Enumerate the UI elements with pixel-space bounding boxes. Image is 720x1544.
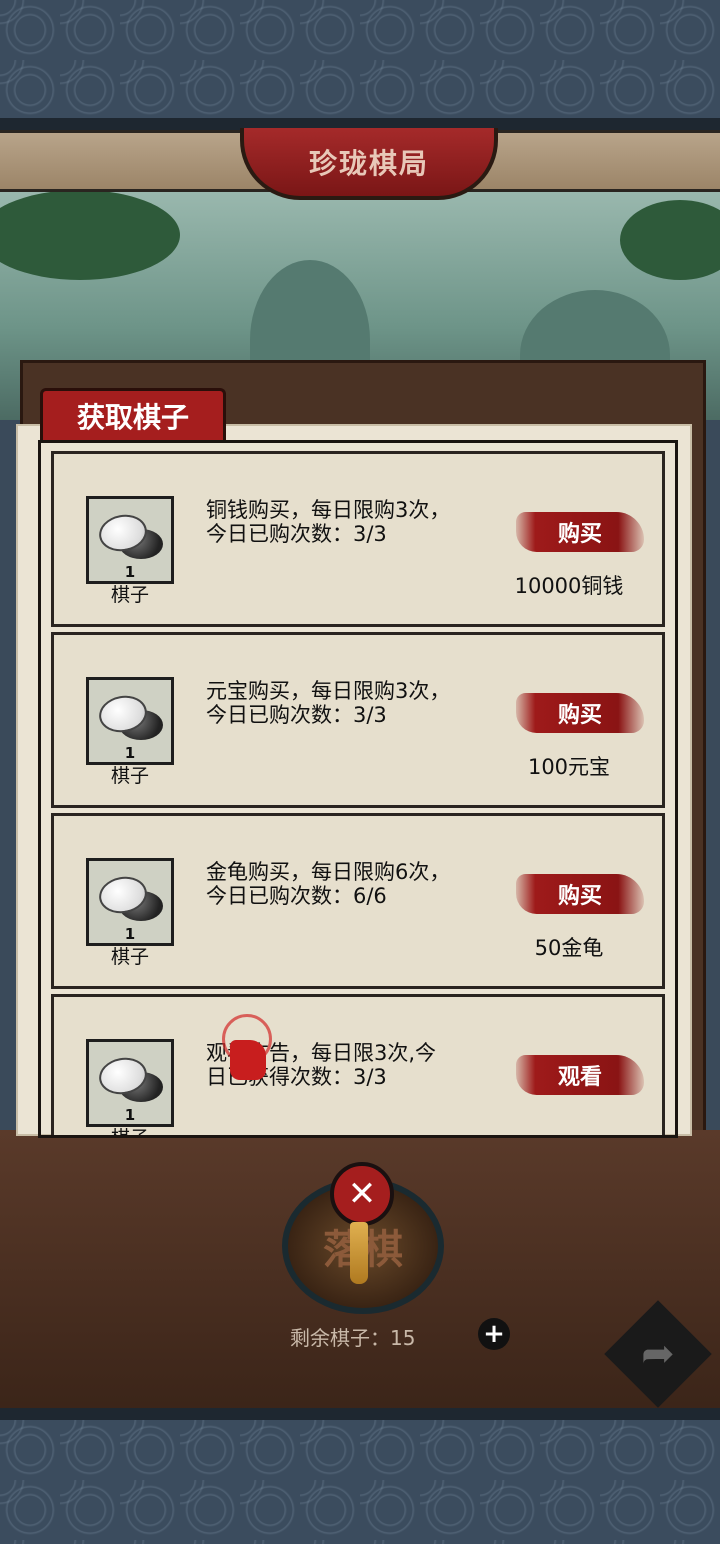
tap-hint-hand-icon <box>230 1040 266 1080</box>
list-item: 1 棋子 观看广告，每日限3次,今 日已获得次数：3/3 观看 <box>51 994 665 1138</box>
tassel-icon <box>350 1222 368 1284</box>
purchase-list[interactable]: 1 棋子 铜钱购买，每日限购3次， 今日已购次数：3/3 购买 10000铜钱 … <box>38 440 678 1138</box>
item-price: 100元宝 <box>527 755 611 779</box>
close-icon[interactable]: ✕ <box>330 1162 394 1226</box>
pine-tree <box>0 190 180 280</box>
remaining-stones-label: 剩余棋子：15 <box>290 1326 416 1350</box>
white-black-stones-icon: 1 <box>86 496 174 584</box>
list-item: 1 棋子 元宝购买，每日限购3次， 今日已购次数：3/3 购买 100元宝 <box>51 632 665 808</box>
dialog-title: 获取棋子 <box>40 388 226 441</box>
bottom-pattern-band <box>0 1420 720 1544</box>
white-black-stones-icon: 1 <box>86 677 174 765</box>
buy-button[interactable]: 购买 <box>516 512 644 552</box>
add-stones-button[interactable]: + <box>478 1318 510 1350</box>
list-item: 1 棋子 金龟购买，每日限购6次， 今日已购次数：6/6 购买 50金龟 <box>51 813 665 989</box>
page-title: 珍珑棋局 <box>240 128 498 200</box>
item-price: 10000铜钱 <box>514 574 624 598</box>
pine-tree <box>620 200 720 280</box>
item-description: 元宝购买，每日限购3次， 今日已购次数：3/3 <box>206 679 451 727</box>
item-name: 棋子 <box>110 584 149 606</box>
share-icon: ➦ <box>641 1330 675 1377</box>
item-description: 铜钱购买，每日限购3次， 今日已购次数：3/3 <box>206 498 451 546</box>
item-count: 1 <box>124 925 136 943</box>
white-black-stones-icon: 1 <box>86 1039 174 1127</box>
white-black-stones-icon: 1 <box>86 858 174 946</box>
watch-ad-button[interactable]: 观看 <box>516 1055 644 1095</box>
item-description: 金龟购买，每日限购6次， 今日已购次数：6/6 <box>206 860 451 908</box>
item-count: 1 <box>124 1106 136 1124</box>
item-name: 棋子 <box>110 765 149 787</box>
list-item: 1 棋子 铜钱购买，每日限购3次， 今日已购次数：3/3 购买 10000铜钱 <box>51 451 665 627</box>
buy-button[interactable]: 购买 <box>516 693 644 733</box>
item-count: 1 <box>124 744 136 762</box>
item-price: 50金龟 <box>534 936 604 960</box>
item-name: 棋子 <box>110 946 149 968</box>
item-count: 1 <box>124 563 136 581</box>
buy-button[interactable]: 购买 <box>516 874 644 914</box>
top-pattern-band <box>0 0 720 118</box>
bottom-divider <box>0 1408 720 1420</box>
item-name: 棋子 <box>110 1127 149 1138</box>
